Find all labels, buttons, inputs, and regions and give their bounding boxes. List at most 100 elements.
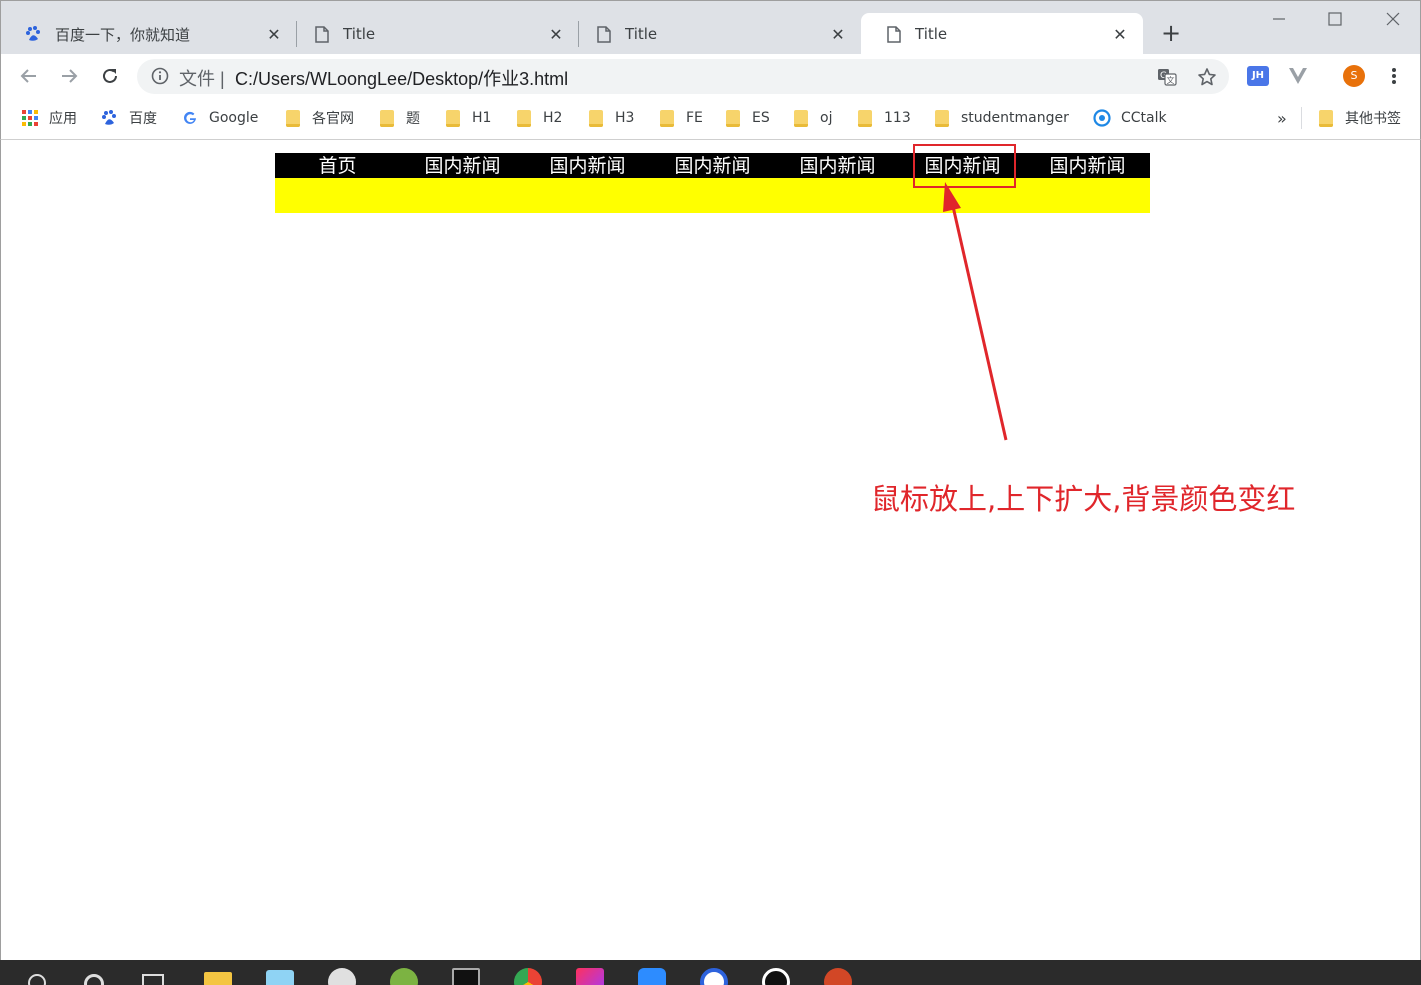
cortana-icon[interactable]	[84, 974, 104, 985]
address-bar[interactable]: 文件 | C:/Users/WLoongLee/Desktop/作业3.html…	[137, 59, 1229, 94]
folder-icon	[587, 109, 605, 127]
bookmark-label: 其他书签	[1345, 111, 1401, 127]
close-tab-icon[interactable]: ✕	[1111, 25, 1129, 44]
tab-title-1[interactable]: Title ✕	[289, 13, 579, 55]
tab-strip: 百度一下，你就知道 ✕ Title ✕ Title ✕ Title ✕ +	[0, 0, 1421, 55]
menu-kebab-icon[interactable]	[1383, 65, 1405, 87]
minimize-icon[interactable]	[1267, 7, 1291, 31]
scheme-label: 文件 |	[179, 69, 225, 89]
svg-text:文: 文	[1167, 75, 1175, 85]
app-icon[interactable]	[390, 968, 418, 985]
maximize-icon[interactable]	[1323, 7, 1347, 31]
jh-extension-icon[interactable]: JH	[1247, 65, 1269, 87]
tab-title: Title	[343, 25, 376, 43]
bookmark-folder-h2[interactable]: H2	[515, 107, 562, 129]
folder-icon	[856, 109, 874, 127]
tab-title: Title	[625, 25, 658, 43]
bookmark-label: 113	[884, 110, 911, 126]
folder-icon	[792, 109, 810, 127]
back-icon[interactable]	[17, 64, 41, 88]
window-close-icon[interactable]	[1381, 7, 1405, 31]
bookmark-label: H2	[543, 110, 563, 126]
bookmark-label: Google	[209, 110, 259, 126]
tab-baidu[interactable]: 百度一下，你就知道 ✕	[1, 13, 297, 55]
folder-icon	[515, 109, 533, 127]
bookmark-label: H3	[615, 110, 635, 126]
bookmarks-divider	[1301, 107, 1302, 129]
cctalk-icon	[1093, 109, 1111, 127]
page-icon	[885, 25, 903, 43]
bookmark-apps[interactable]: 应用	[21, 107, 77, 129]
baidu-paw-icon	[25, 25, 43, 43]
bookmark-google[interactable]: Google	[181, 107, 258, 129]
typora-icon[interactable]	[328, 968, 356, 985]
google-g-icon	[181, 109, 199, 127]
url-text[interactable]: C:/Users/WLoongLee/Desktop/作业3.html	[235, 65, 568, 91]
bookmark-folder-h3[interactable]: H3	[587, 107, 634, 129]
folder-icon	[1317, 109, 1335, 127]
forward-icon[interactable]	[57, 64, 81, 88]
page-icon	[595, 25, 613, 43]
translate-icon[interactable]: G文	[1157, 67, 1177, 87]
bookmark-folder-h1[interactable]: H1	[444, 107, 491, 129]
close-tab-icon[interactable]: ✕	[547, 25, 565, 44]
bookmark-label: oj	[820, 110, 833, 126]
bookmark-folder-es[interactable]: ES	[724, 107, 770, 129]
reload-icon[interactable]	[98, 64, 122, 88]
bookmark-cctalk[interactable]: CCtalk	[1093, 107, 1167, 129]
chrome-icon[interactable]	[514, 968, 542, 985]
tab-title: 百度一下，你就知道	[55, 25, 191, 44]
terminal-icon[interactable]	[452, 968, 480, 985]
start-search-icon[interactable]	[28, 974, 46, 985]
file-explorer-icon[interactable]	[204, 972, 232, 985]
tab-title: Title	[915, 25, 948, 43]
app-icon[interactable]	[266, 970, 294, 985]
folder-icon	[378, 109, 396, 127]
folder-icon	[724, 109, 742, 127]
close-tab-icon[interactable]: ✕	[265, 25, 283, 44]
bookmark-folder-official[interactable]: 各官网	[284, 107, 354, 129]
annotation-arrow	[943, 182, 1008, 441]
folder-icon	[284, 109, 302, 127]
bookmark-other[interactable]: 其他书签	[1317, 107, 1401, 129]
bookmark-folder-113[interactable]: 113	[856, 107, 911, 129]
bookmarks-overflow-chevron[interactable]: »	[1277, 107, 1287, 129]
bookmark-label: CCtalk	[1121, 110, 1167, 126]
new-tab-button[interactable]: +	[1159, 21, 1183, 45]
bookmarks-bar: 应用 百度 Google 各官网 题 H1 H2 H3 FE ES oj 113…	[0, 99, 1421, 140]
bookmark-label: H1	[472, 110, 492, 126]
powerpoint-icon[interactable]	[824, 968, 852, 985]
intellij-icon[interactable]	[576, 968, 604, 985]
bookmark-baidu[interactable]: 百度	[101, 107, 157, 129]
zoom-icon[interactable]	[638, 968, 666, 985]
star-icon[interactable]	[1197, 67, 1217, 87]
page-viewport: 首页 国内新闻 国内新闻 国内新闻 国内新闻 国内新闻 国内新闻 鼠标放上,上下…	[0, 140, 1421, 960]
bookmark-label: FE	[686, 110, 703, 126]
tab-title-2[interactable]: Title ✕	[571, 13, 861, 55]
bookmark-label: 应用	[49, 111, 77, 127]
folder-icon	[933, 109, 951, 127]
bookmark-label: 各官网	[312, 111, 354, 127]
bookmark-label: 百度	[129, 111, 157, 127]
task-view-icon[interactable]	[142, 974, 164, 985]
avatar[interactable]: S	[1343, 65, 1365, 87]
bookmark-label: 题	[406, 111, 420, 127]
annotation-text: 鼠标放上,上下扩大,背景颜色变红	[871, 482, 1296, 516]
taskbar	[0, 960, 1421, 985]
bookmark-folder-studentmanger[interactable]: studentmanger	[933, 107, 1069, 129]
folder-icon	[444, 109, 462, 127]
tab-title-active[interactable]: Title ✕	[861, 13, 1143, 55]
folder-icon	[658, 109, 676, 127]
vue-devtools-icon[interactable]	[1287, 65, 1309, 87]
app-icon[interactable]	[700, 968, 728, 985]
bookmark-folder-oj[interactable]: oj	[792, 107, 832, 129]
info-icon[interactable]	[151, 67, 169, 85]
bookmark-label: ES	[752, 110, 770, 126]
browser-toolbar: 文件 | C:/Users/WLoongLee/Desktop/作业3.html…	[0, 54, 1421, 99]
bookmark-folder-fe[interactable]: FE	[658, 107, 703, 129]
bookmark-folder-problems[interactable]: 题	[378, 107, 420, 129]
close-tab-icon[interactable]: ✕	[829, 25, 847, 44]
recorder-icon[interactable]	[762, 968, 790, 985]
bookmark-label: studentmanger	[961, 110, 1069, 126]
apps-grid-icon	[21, 109, 39, 127]
